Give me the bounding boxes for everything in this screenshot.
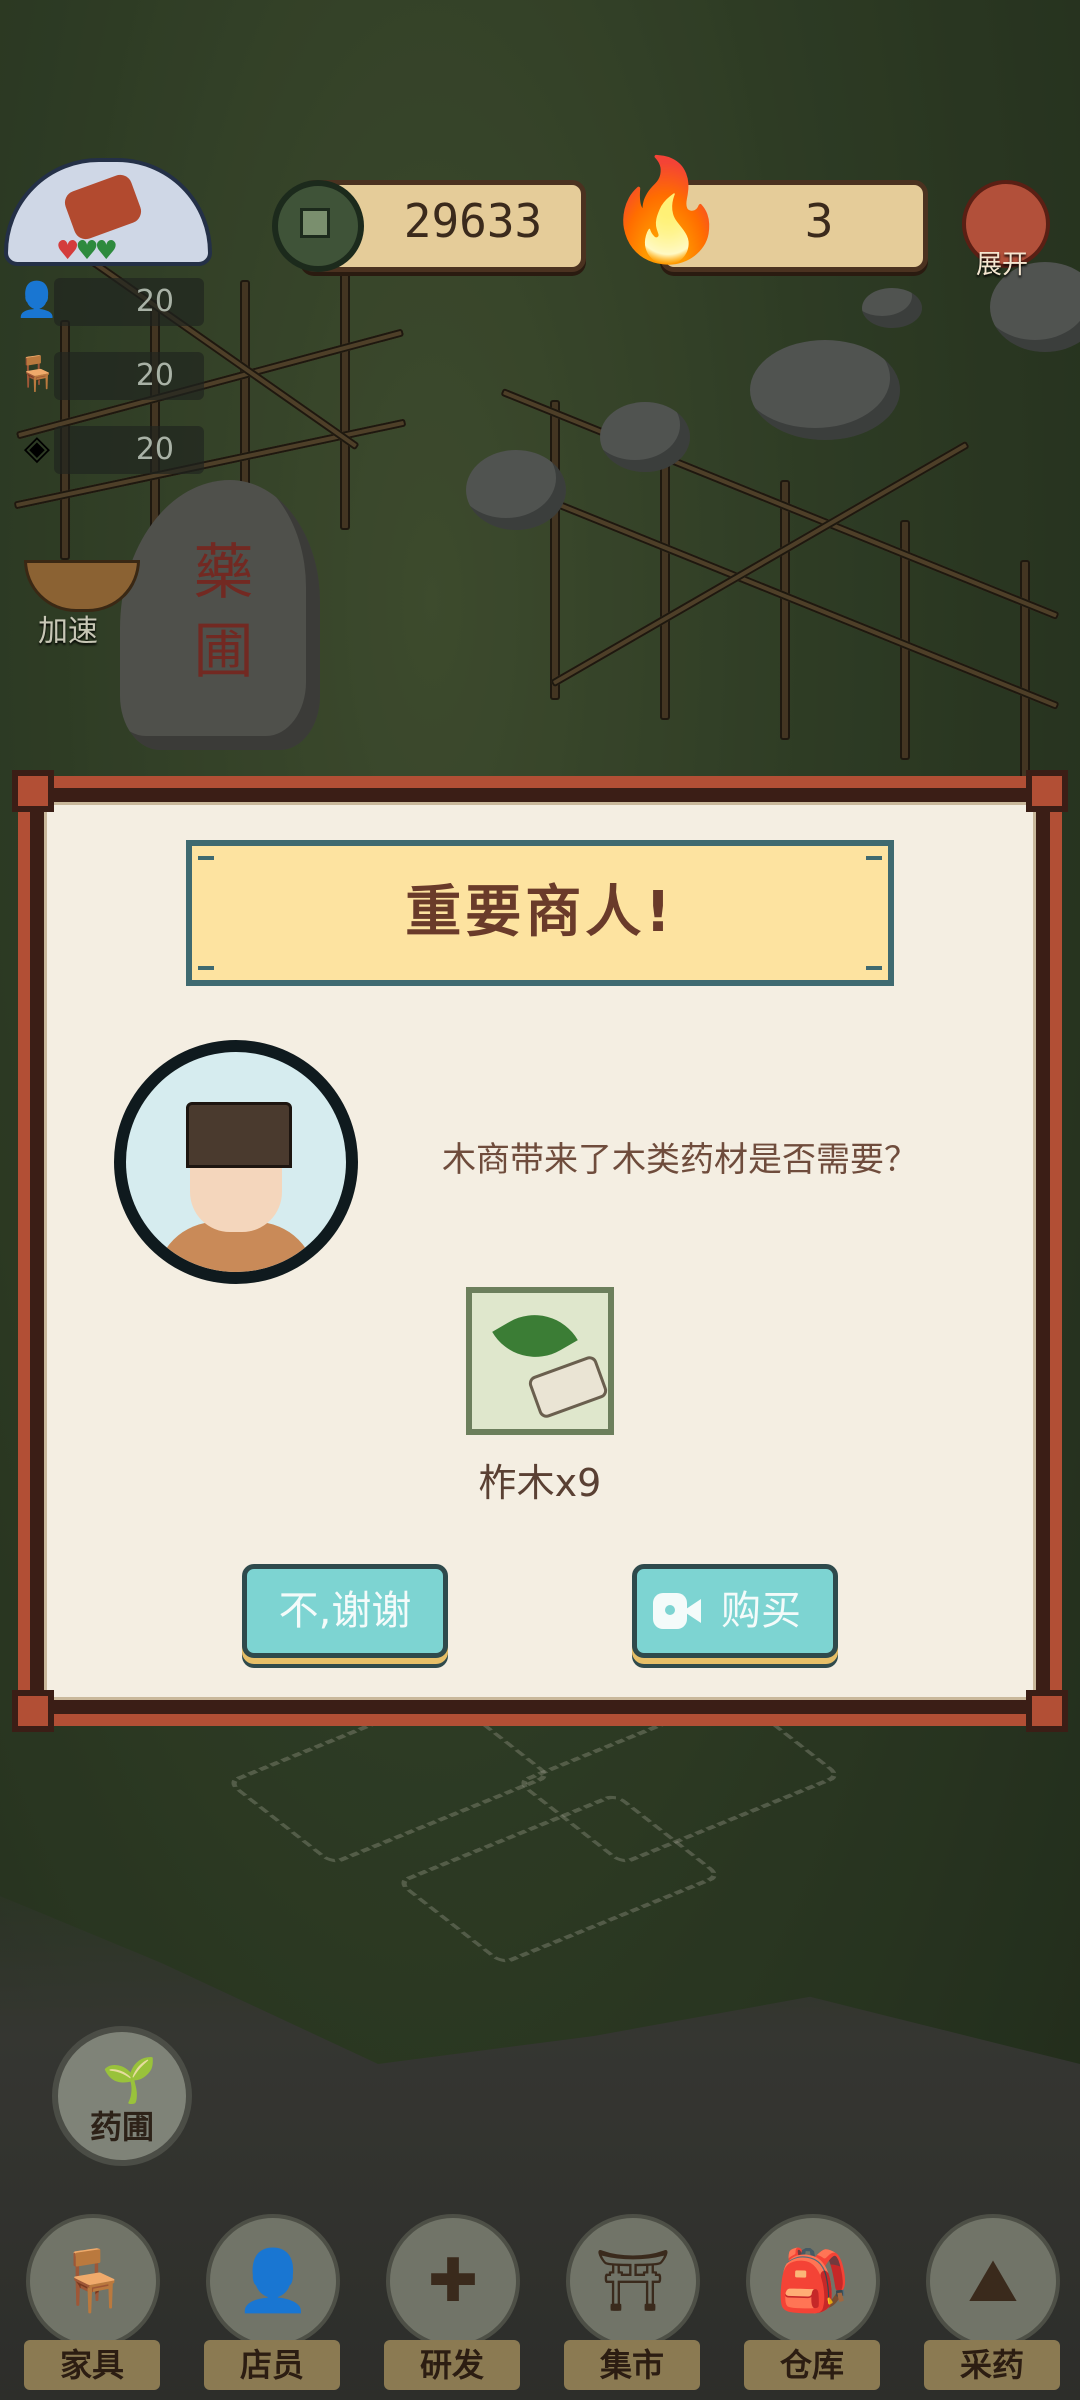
expand-button[interactable]: 展开 [950, 180, 1054, 280]
clerk-icon: 👤 [235, 2246, 311, 2316]
nav-research[interactable]: ✚ 研发 [364, 2202, 534, 2392]
nav-market[interactable]: ⛩ 集市 [544, 2202, 714, 2392]
bottom-nav: 🪑 家具 👤 店员 ✚ 研发 ⛩ 集市 🎒 仓库 ⛰ 采药 [0, 2186, 1080, 2400]
warehouse-icon: 🎒 [775, 2246, 851, 2316]
nav-label: 采药 [924, 2340, 1060, 2390]
item-label: 柞木x9 [478, 1461, 602, 1505]
wood-icon [526, 1354, 610, 1420]
merchant-avatar [114, 1040, 358, 1284]
dialog-message: 木商带来了木类药材是否需要？ [442, 1140, 918, 1180]
emblem-icon [61, 171, 145, 243]
market-icon: ⛩ [594, 2246, 672, 2316]
dialog-corner [12, 1690, 54, 1732]
herb-garden-label: 药圃 [89, 2108, 154, 2146]
stat-value: 20 [54, 426, 204, 474]
nav-label: 集市 [564, 2340, 700, 2390]
buy-label: 购买 [721, 1588, 801, 1634]
stat-furniture: 🪑 20 [14, 346, 204, 402]
speed-up-button[interactable]: 加速 [20, 560, 170, 670]
nav-label: 家具 [24, 2340, 160, 2390]
dialog-title-banner: 重要商人! [186, 840, 894, 986]
nav-label: 研发 [384, 2340, 520, 2390]
chair-icon: 🪑 [55, 2246, 131, 2316]
nav-gather-herbs[interactable]: ⛰ 采药 [904, 2202, 1074, 2392]
buy-button[interactable]: 购买 [632, 1564, 838, 1658]
stat-value: 20 [54, 352, 204, 400]
herb-garden-button[interactable]: 🌱 药圃 [52, 2026, 192, 2166]
stat-value: 20 [54, 278, 204, 326]
item-slot [466, 1287, 614, 1435]
stat-herbs: ◈ 20 [14, 420, 204, 476]
nav-furniture[interactable]: 🪑 家具 [4, 2202, 174, 2392]
hearts-icon: ♥♥♥ [56, 236, 118, 266]
dialog-corner [12, 770, 54, 812]
mountain-icon: ⛰ [967, 2246, 1019, 2316]
bowl-icon [24, 560, 140, 612]
dialog-corner [1026, 1690, 1068, 1732]
nav-label: 店员 [204, 2340, 340, 2390]
dialog-corner [1026, 770, 1068, 812]
expand-label: 展开 [975, 250, 1028, 280]
speed-up-label: 加速 [38, 614, 98, 649]
dialog-title: 重要商人! [405, 880, 675, 945]
fire-icon: 🔥 [604, 151, 729, 268]
video-icon [653, 1589, 701, 1633]
nav-warehouse[interactable]: 🎒 仓库 [724, 2202, 894, 2392]
research-icon: ✚ [427, 2246, 479, 2316]
decline-button[interactable]: 不,谢谢 [242, 1564, 448, 1658]
nav-clerks[interactable]: 👤 店员 [184, 2202, 354, 2392]
stat-clerks: 👤 20 [14, 272, 204, 328]
sprout-icon: 🌱 [102, 2055, 157, 2106]
coin-icon [272, 180, 364, 272]
nav-label: 仓库 [744, 2340, 880, 2390]
